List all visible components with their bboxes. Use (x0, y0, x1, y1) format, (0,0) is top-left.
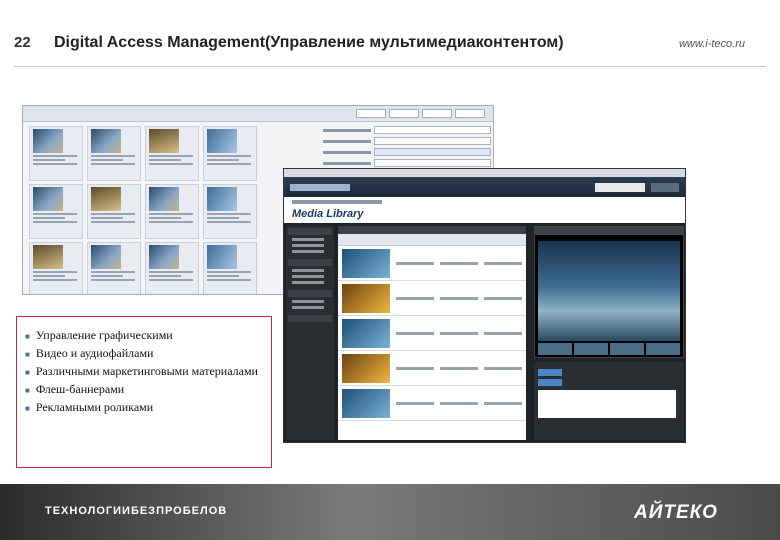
video-player (534, 226, 684, 358)
asset-tile (203, 242, 257, 294)
left-nav-panel (286, 226, 334, 440)
asset-thumbnail (149, 245, 179, 269)
slide-title: Digital Access Management(Управление мул… (54, 34, 564, 51)
asset-thumbnail (33, 245, 63, 269)
media-thumbnail (342, 388, 390, 418)
bullet-item: ■ Управление графическими (25, 329, 263, 345)
asset-tile (87, 242, 141, 294)
asset-thumbnail (207, 187, 237, 211)
bullet-item: ■ Видео и аудиофайлами (25, 347, 263, 363)
media-comment-box (538, 390, 676, 418)
site-url: www.i-teco.ru (678, 38, 745, 50)
toolbar-tab (356, 109, 386, 118)
bullet-item: ■ Различными маркетинговыми материалами (25, 365, 263, 381)
slide-number: 22 (14, 34, 31, 51)
asset-thumbnail (91, 129, 121, 153)
breadcrumb-trail (292, 200, 382, 204)
media-thumbnail (342, 283, 390, 313)
media-row (338, 281, 526, 316)
bullet-square-icon: ■ (25, 368, 30, 377)
asset-tile (29, 126, 83, 181)
toolbar-tab (455, 109, 485, 118)
asset-tile (145, 126, 199, 181)
header-search-field (595, 182, 645, 192)
footer-tagline: ТЕХНОЛОГИИБЕЗПРОБЕЛОВ (45, 505, 228, 517)
app-logo (290, 183, 350, 191)
bullet-item: ■ Флеш-баннерами (25, 383, 263, 399)
media-detail-panel (534, 362, 684, 440)
property-row (323, 137, 491, 145)
asset-thumbnail (33, 187, 63, 211)
asset-tile (203, 126, 257, 181)
asset-tile (145, 184, 199, 239)
bullet-item: ■ Рекламными роликами (25, 401, 263, 417)
media-list-columns (338, 234, 526, 246)
media-row (338, 386, 526, 421)
bullet-square-icon: ■ (25, 350, 30, 359)
company-logo: АЙТЕКО (634, 502, 718, 523)
media-list (338, 226, 526, 440)
property-row (323, 148, 491, 156)
asset-thumbnail (207, 129, 237, 153)
media-manager-header (284, 177, 685, 197)
media-manager-screenshot: Media Library (283, 168, 686, 443)
header-search-button (651, 182, 679, 192)
library-breadcrumb: Media Library (284, 197, 685, 223)
asset-browser-toolbar (23, 106, 493, 122)
thumbnail-grid (29, 126, 261, 294)
media-row (338, 246, 526, 281)
bullet-square-icon: ■ (25, 332, 30, 341)
asset-thumbnail (91, 187, 121, 211)
asset-thumbnail (33, 129, 63, 153)
toolbar-tab (389, 109, 419, 118)
asset-thumbnail (149, 187, 179, 211)
asset-tile (87, 126, 141, 181)
media-thumbnail (342, 353, 390, 383)
asset-thumbnail (91, 245, 121, 269)
property-row (323, 126, 491, 134)
property-row (323, 159, 491, 167)
asset-thumbnail (149, 129, 179, 153)
media-thumbnail (342, 248, 390, 278)
video-thumbnail-strip (538, 343, 680, 355)
asset-tile (87, 184, 141, 239)
bullet-square-icon: ■ (25, 404, 30, 413)
media-row (338, 351, 526, 386)
feature-bullet-box: ■ Управление графическими ■ Видео и аудиоф… (16, 316, 272, 468)
asset-thumbnail (207, 245, 237, 269)
title-rule (14, 66, 766, 67)
toolbar-tab (422, 109, 452, 118)
asset-tile (203, 184, 257, 239)
media-row (338, 316, 526, 351)
asset-tile (145, 242, 199, 294)
asset-tile (29, 184, 83, 239)
library-title: Media Library (292, 208, 364, 220)
browser-chrome (284, 169, 685, 177)
video-frame (538, 241, 680, 341)
media-thumbnail (342, 318, 390, 348)
asset-tile (29, 242, 83, 294)
bullet-square-icon: ■ (25, 386, 30, 395)
